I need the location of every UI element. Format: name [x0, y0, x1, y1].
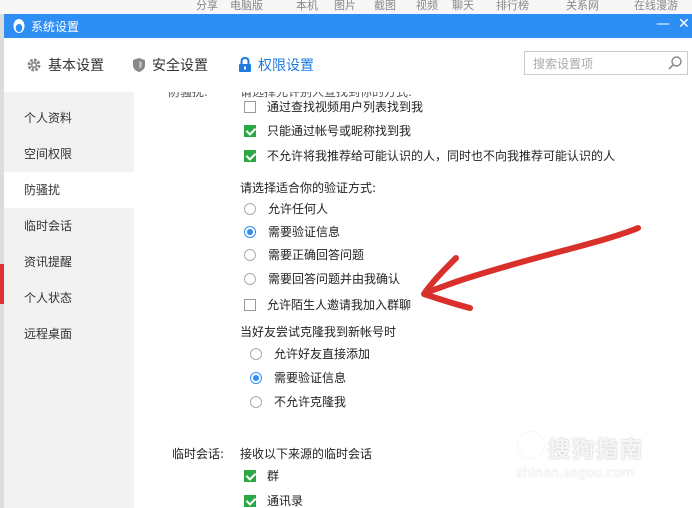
tab-permission-settings[interactable]: 权限设置 [238, 54, 314, 76]
bg-fragment: 关系网 [566, 0, 599, 12]
checkbox-checked[interactable] [244, 124, 256, 137]
radio-button[interactable] [250, 347, 262, 360]
radio-button[interactable] [250, 395, 262, 408]
radio-option[interactable]: 不允许克隆我 [250, 393, 346, 410]
tab-security-settings[interactable]: 安全设置 [132, 54, 208, 76]
sidebar-item-anti-harassment[interactable]: 防骚扰 [4, 172, 134, 208]
section-label-temp-session: 临时会话: [172, 447, 225, 461]
bg-fragment: 分享 [196, 0, 218, 12]
tab-label: 权限设置 [258, 58, 314, 74]
checkbox-option[interactable]: 不允许将我推荐给可能认识的人，同时也不向我推荐可能认识的人 [244, 147, 615, 164]
shield-icon [133, 58, 145, 72]
sidebar-item-profile[interactable]: 个人资料 [4, 100, 134, 136]
lock-icon [239, 57, 251, 72]
search-icon[interactable] [667, 55, 683, 71]
bg-fragment: 本机 [296, 0, 318, 12]
checkbox-option-group-invite[interactable]: 允许陌生人邀请我加入群聊 [244, 296, 411, 313]
option-label: 群 [267, 469, 280, 483]
option-label: 需要回答问题并由我确认 [268, 272, 401, 286]
tab-label: 安全设置 [152, 58, 208, 74]
tab-basic-settings[interactable]: 基本设置 [26, 54, 104, 76]
bg-fragment: 电脑版 [230, 0, 263, 12]
radio-button-selected[interactable] [244, 225, 256, 238]
radio-button-selected[interactable] [250, 371, 262, 384]
radio-button[interactable] [244, 248, 256, 261]
settings-window: 系统设置 — ✕ 基本设置 安全设置 权限设置 搜索设置项 个人资料 空间权限 … [4, 14, 692, 508]
checkbox-option[interactable]: 只能通过帐号或昵称找到我 [244, 122, 411, 139]
bg-fragment: 在线漫游 [634, 0, 678, 12]
bg-fragment: 聊天 [452, 0, 474, 12]
option-label: 允许陌生人邀请我加入群聊 [267, 298, 412, 312]
minimize-button[interactable]: — [656, 16, 670, 32]
checkbox[interactable] [244, 100, 256, 113]
settings-content: 防骚扰: 请选择允许别人查找到你的方式: 通过查找视频用户列表找到我 只能通过帐… [134, 92, 692, 508]
bg-fragment: 排行榜 [496, 0, 529, 12]
checkbox[interactable] [244, 298, 256, 311]
checkbox-checked[interactable] [244, 494, 256, 507]
radio-option[interactable]: 允许任何人 [244, 200, 328, 217]
option-label: 通讯录 [267, 494, 304, 508]
search-box[interactable] [524, 51, 688, 75]
option-label: 只能通过帐号或昵称找到我 [267, 124, 412, 138]
option-label: 需要验证信息 [274, 371, 347, 385]
temp-session-prompt: 接收以下来源的临时会话 [240, 447, 373, 461]
option-label: 允许好友直接添加 [274, 347, 371, 361]
checkbox-checked[interactable] [244, 469, 256, 482]
window-title: 系统设置 [31, 20, 80, 34]
option-label: 允许任何人 [268, 202, 329, 216]
radio-option[interactable]: 需要验证信息 [244, 223, 340, 240]
bg-fragment: 图片 [334, 0, 356, 12]
search-input[interactable] [531, 53, 667, 75]
radio-option[interactable]: 允许好友直接添加 [250, 345, 370, 362]
radio-option[interactable]: 需要回答问题并由我确认 [244, 270, 400, 287]
title-bar: 系统设置 — ✕ [4, 14, 692, 38]
tab-label: 基本设置 [48, 58, 104, 74]
tab-bar: 基本设置 安全设置 权限设置 [4, 38, 692, 93]
option-label: 需要验证信息 [268, 225, 341, 239]
sidebar-item-remote-desktop[interactable]: 远程桌面 [4, 316, 134, 352]
radio-button[interactable] [244, 272, 256, 285]
option-label: 不允许将我推荐给可能认识的人，同时也不向我推荐可能认识的人 [267, 149, 616, 163]
radio-button[interactable] [244, 202, 256, 215]
sidebar-item-space-permission[interactable]: 空间权限 [4, 136, 134, 172]
sidebar-item-news-reminder[interactable]: 资讯提醒 [4, 244, 134, 280]
option-label: 不允许克隆我 [274, 395, 347, 409]
sidebar-item-temp-session[interactable]: 临时会话 [4, 208, 134, 244]
checkbox-option[interactable]: 通讯录 [244, 492, 303, 508]
verify-method-prompt: 请选择适合你的验证方式: [240, 181, 377, 195]
checkbox-checked[interactable] [244, 149, 256, 162]
sidebar: 个人资料 空间权限 防骚扰 临时会话 资讯提醒 个人状态 远程桌面 [4, 92, 134, 508]
option-label: 通过查找视频用户列表找到我 [267, 100, 424, 114]
checkbox-option[interactable]: 通过查找视频用户列表找到我 [244, 98, 423, 115]
sidebar-item-personal-status[interactable]: 个人状态 [4, 280, 134, 316]
background-window-strip: 分享 电脑版 本机 图片 截图 视频 聊天 排行榜 关系网 在线漫游 [0, 0, 692, 15]
clone-prompt: 当好友尝试克隆我到新帐号时 [240, 325, 397, 339]
section-label-harassment: 防骚扰: [168, 92, 209, 99]
checkbox-option[interactable]: 群 [244, 467, 279, 484]
penguin-icon [13, 19, 25, 33]
bg-fragment: 截图 [374, 0, 396, 12]
gear-icon [27, 58, 41, 72]
radio-option[interactable]: 需要验证信息 [250, 369, 346, 386]
option-label: 需要正确回答问题 [268, 248, 365, 262]
close-button[interactable]: ✕ [678, 16, 690, 32]
radio-option[interactable]: 需要正确回答问题 [244, 246, 364, 263]
bg-fragment: 视频 [416, 0, 438, 12]
